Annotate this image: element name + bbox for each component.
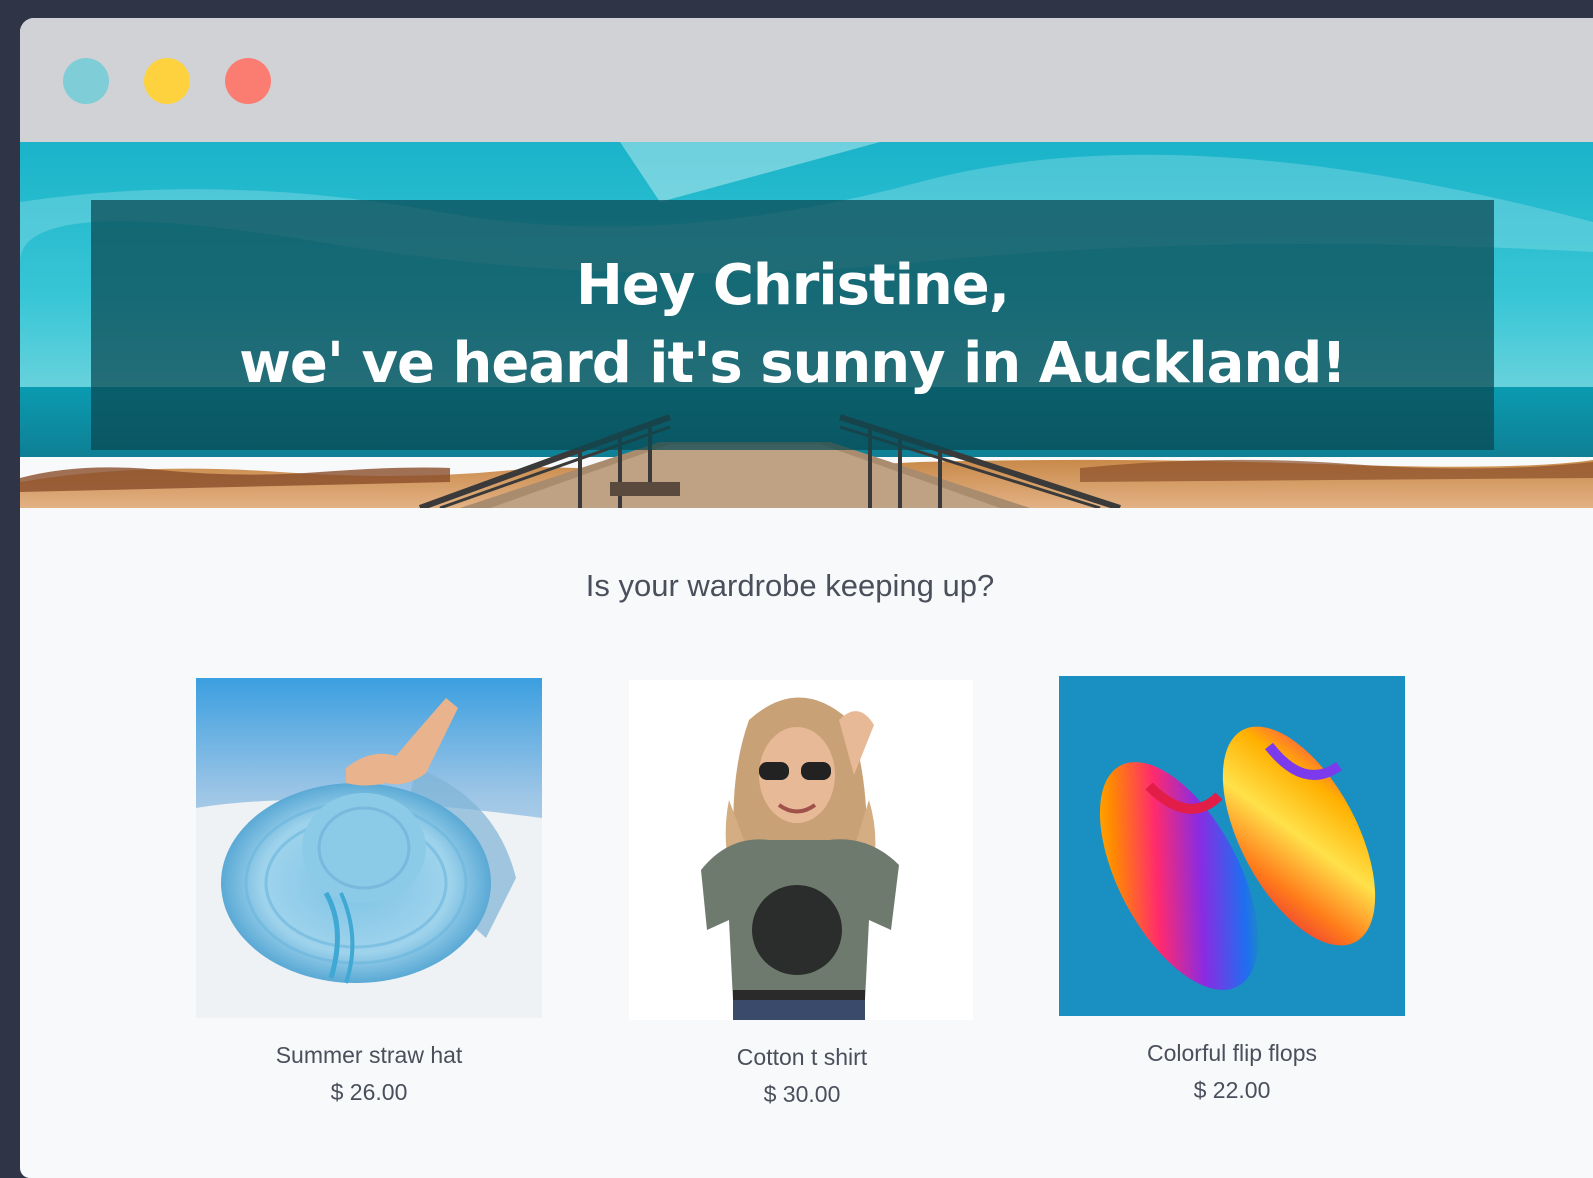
section-subtitle: Is your wardrobe keeping up? <box>585 568 995 603</box>
hero-banner: Hey Christine, we' ve heard it's sunny i… <box>20 142 1593 508</box>
product-price: $ 22.00 <box>1193 1077 1271 1103</box>
hero-heading-message: we' ve heard it's sunny in Auckland! <box>239 331 1347 396</box>
product-name[interactable]: Cotton t shirt <box>629 1044 975 1071</box>
product-price: $ 30.00 <box>763 1081 841 1107</box>
browser-window: Hey Christine, we' ve heard it's sunny i… <box>20 18 1593 1178</box>
window-control-teal[interactable] <box>63 58 109 104</box>
product-card-straw-hat[interactable]: Summer straw hat $ 26.00 <box>196 678 542 1106</box>
window-control-yellow[interactable] <box>144 58 190 104</box>
product-card-flip-flops[interactable]: Colorful flip flops $ 22.00 <box>1059 676 1405 1104</box>
hero-heading-greeting: Hey Christine, <box>575 253 1010 318</box>
hero-overlay: Hey Christine, we' ve heard it's sunny i… <box>91 200 1494 450</box>
window-titlebar <box>20 18 1593 142</box>
product-image-cotton-tshirt[interactable] <box>629 680 973 1020</box>
product-card-cotton-tshirt[interactable]: Cotton t shirt $ 30.00 <box>629 680 975 1108</box>
product-image-flip-flops[interactable] <box>1059 676 1405 1016</box>
product-name[interactable]: Summer straw hat <box>196 1042 542 1069</box>
product-name[interactable]: Colorful flip flops <box>1059 1040 1405 1067</box>
product-price: $ 26.00 <box>330 1079 408 1105</box>
product-image-straw-hat[interactable] <box>196 678 542 1018</box>
window-control-red[interactable] <box>225 58 271 104</box>
